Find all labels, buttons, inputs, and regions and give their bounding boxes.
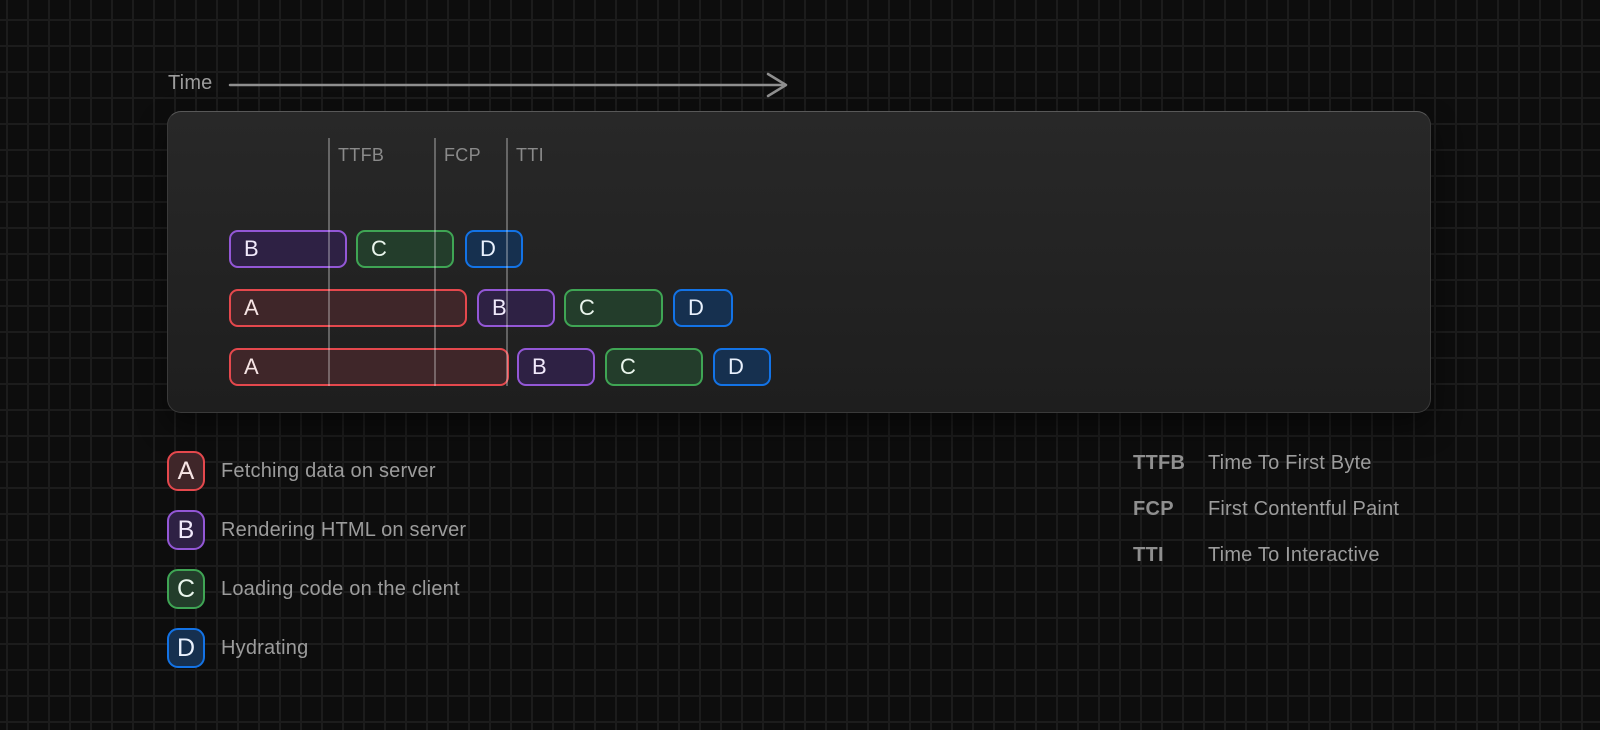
marker-label-tti: TTI bbox=[516, 145, 544, 166]
timeline-row-1: BCD bbox=[168, 230, 1430, 268]
metric-row-ttfb: TTFBTime To First Byte bbox=[1133, 452, 1399, 474]
time-arrow-icon bbox=[228, 71, 794, 99]
task-bar-a: A bbox=[229, 348, 509, 386]
rendering-timeline-diagram: Time TTFBFCPTTIBCDABCDABCD AFetching dat… bbox=[0, 0, 1600, 730]
metric-name: First Contentful Paint bbox=[1208, 498, 1399, 521]
task-bar-d: D bbox=[673, 289, 733, 327]
timeline-panel: TTFBFCPTTIBCDABCDABCD bbox=[167, 111, 1431, 413]
legend-item-c: C Loading code on the client bbox=[167, 569, 466, 609]
metric-definitions-legend: TTFBTime To First ByteFCPFirst Contentfu… bbox=[1133, 452, 1399, 566]
metric-abbr: TTFB bbox=[1133, 452, 1208, 475]
timeline-row-2: ABCD bbox=[168, 289, 1430, 327]
marker-line-fcp bbox=[434, 138, 436, 386]
task-bar-d: D bbox=[465, 230, 523, 268]
activity-legend: A Fetching data on server B Rendering HTML … bbox=[167, 451, 466, 668]
task-bar-a: A bbox=[229, 289, 467, 327]
legend-label: Fetching data on server bbox=[221, 460, 436, 483]
legend-label: Rendering HTML on server bbox=[221, 519, 466, 542]
task-bar-c: C bbox=[356, 230, 454, 268]
legend-item-d: D Hydrating bbox=[167, 628, 466, 668]
metric-abbr: FCP bbox=[1133, 498, 1208, 521]
marker-line-ttfb bbox=[328, 138, 330, 386]
task-bar-b: B bbox=[477, 289, 555, 327]
task-bar-b: B bbox=[517, 348, 595, 386]
legend-chip-d: D bbox=[167, 628, 205, 668]
legend-label: Hydrating bbox=[221, 637, 308, 660]
legend-chip-a: A bbox=[167, 451, 205, 491]
metric-row-tti: TTITime To Interactive bbox=[1133, 544, 1399, 566]
legend-chip-c: C bbox=[167, 569, 205, 609]
legend-chip-b: B bbox=[167, 510, 205, 550]
task-bar-d: D bbox=[713, 348, 771, 386]
marker-label-fcp: FCP bbox=[444, 145, 481, 166]
legend-item-b: B Rendering HTML on server bbox=[167, 510, 466, 550]
task-bar-c: C bbox=[605, 348, 703, 386]
metric-name: Time To First Byte bbox=[1208, 452, 1372, 475]
marker-line-tti bbox=[506, 138, 508, 386]
legend-item-a: A Fetching data on server bbox=[167, 451, 466, 491]
time-axis-label: Time bbox=[168, 72, 213, 95]
legend-label: Loading code on the client bbox=[221, 578, 460, 601]
metric-name: Time To Interactive bbox=[1208, 544, 1380, 567]
timeline-row-3: ABCD bbox=[168, 348, 1430, 386]
metric-abbr: TTI bbox=[1133, 544, 1208, 567]
marker-label-ttfb: TTFB bbox=[338, 145, 384, 166]
task-bar-c: C bbox=[564, 289, 663, 327]
metric-row-fcp: FCPFirst Contentful Paint bbox=[1133, 498, 1399, 520]
